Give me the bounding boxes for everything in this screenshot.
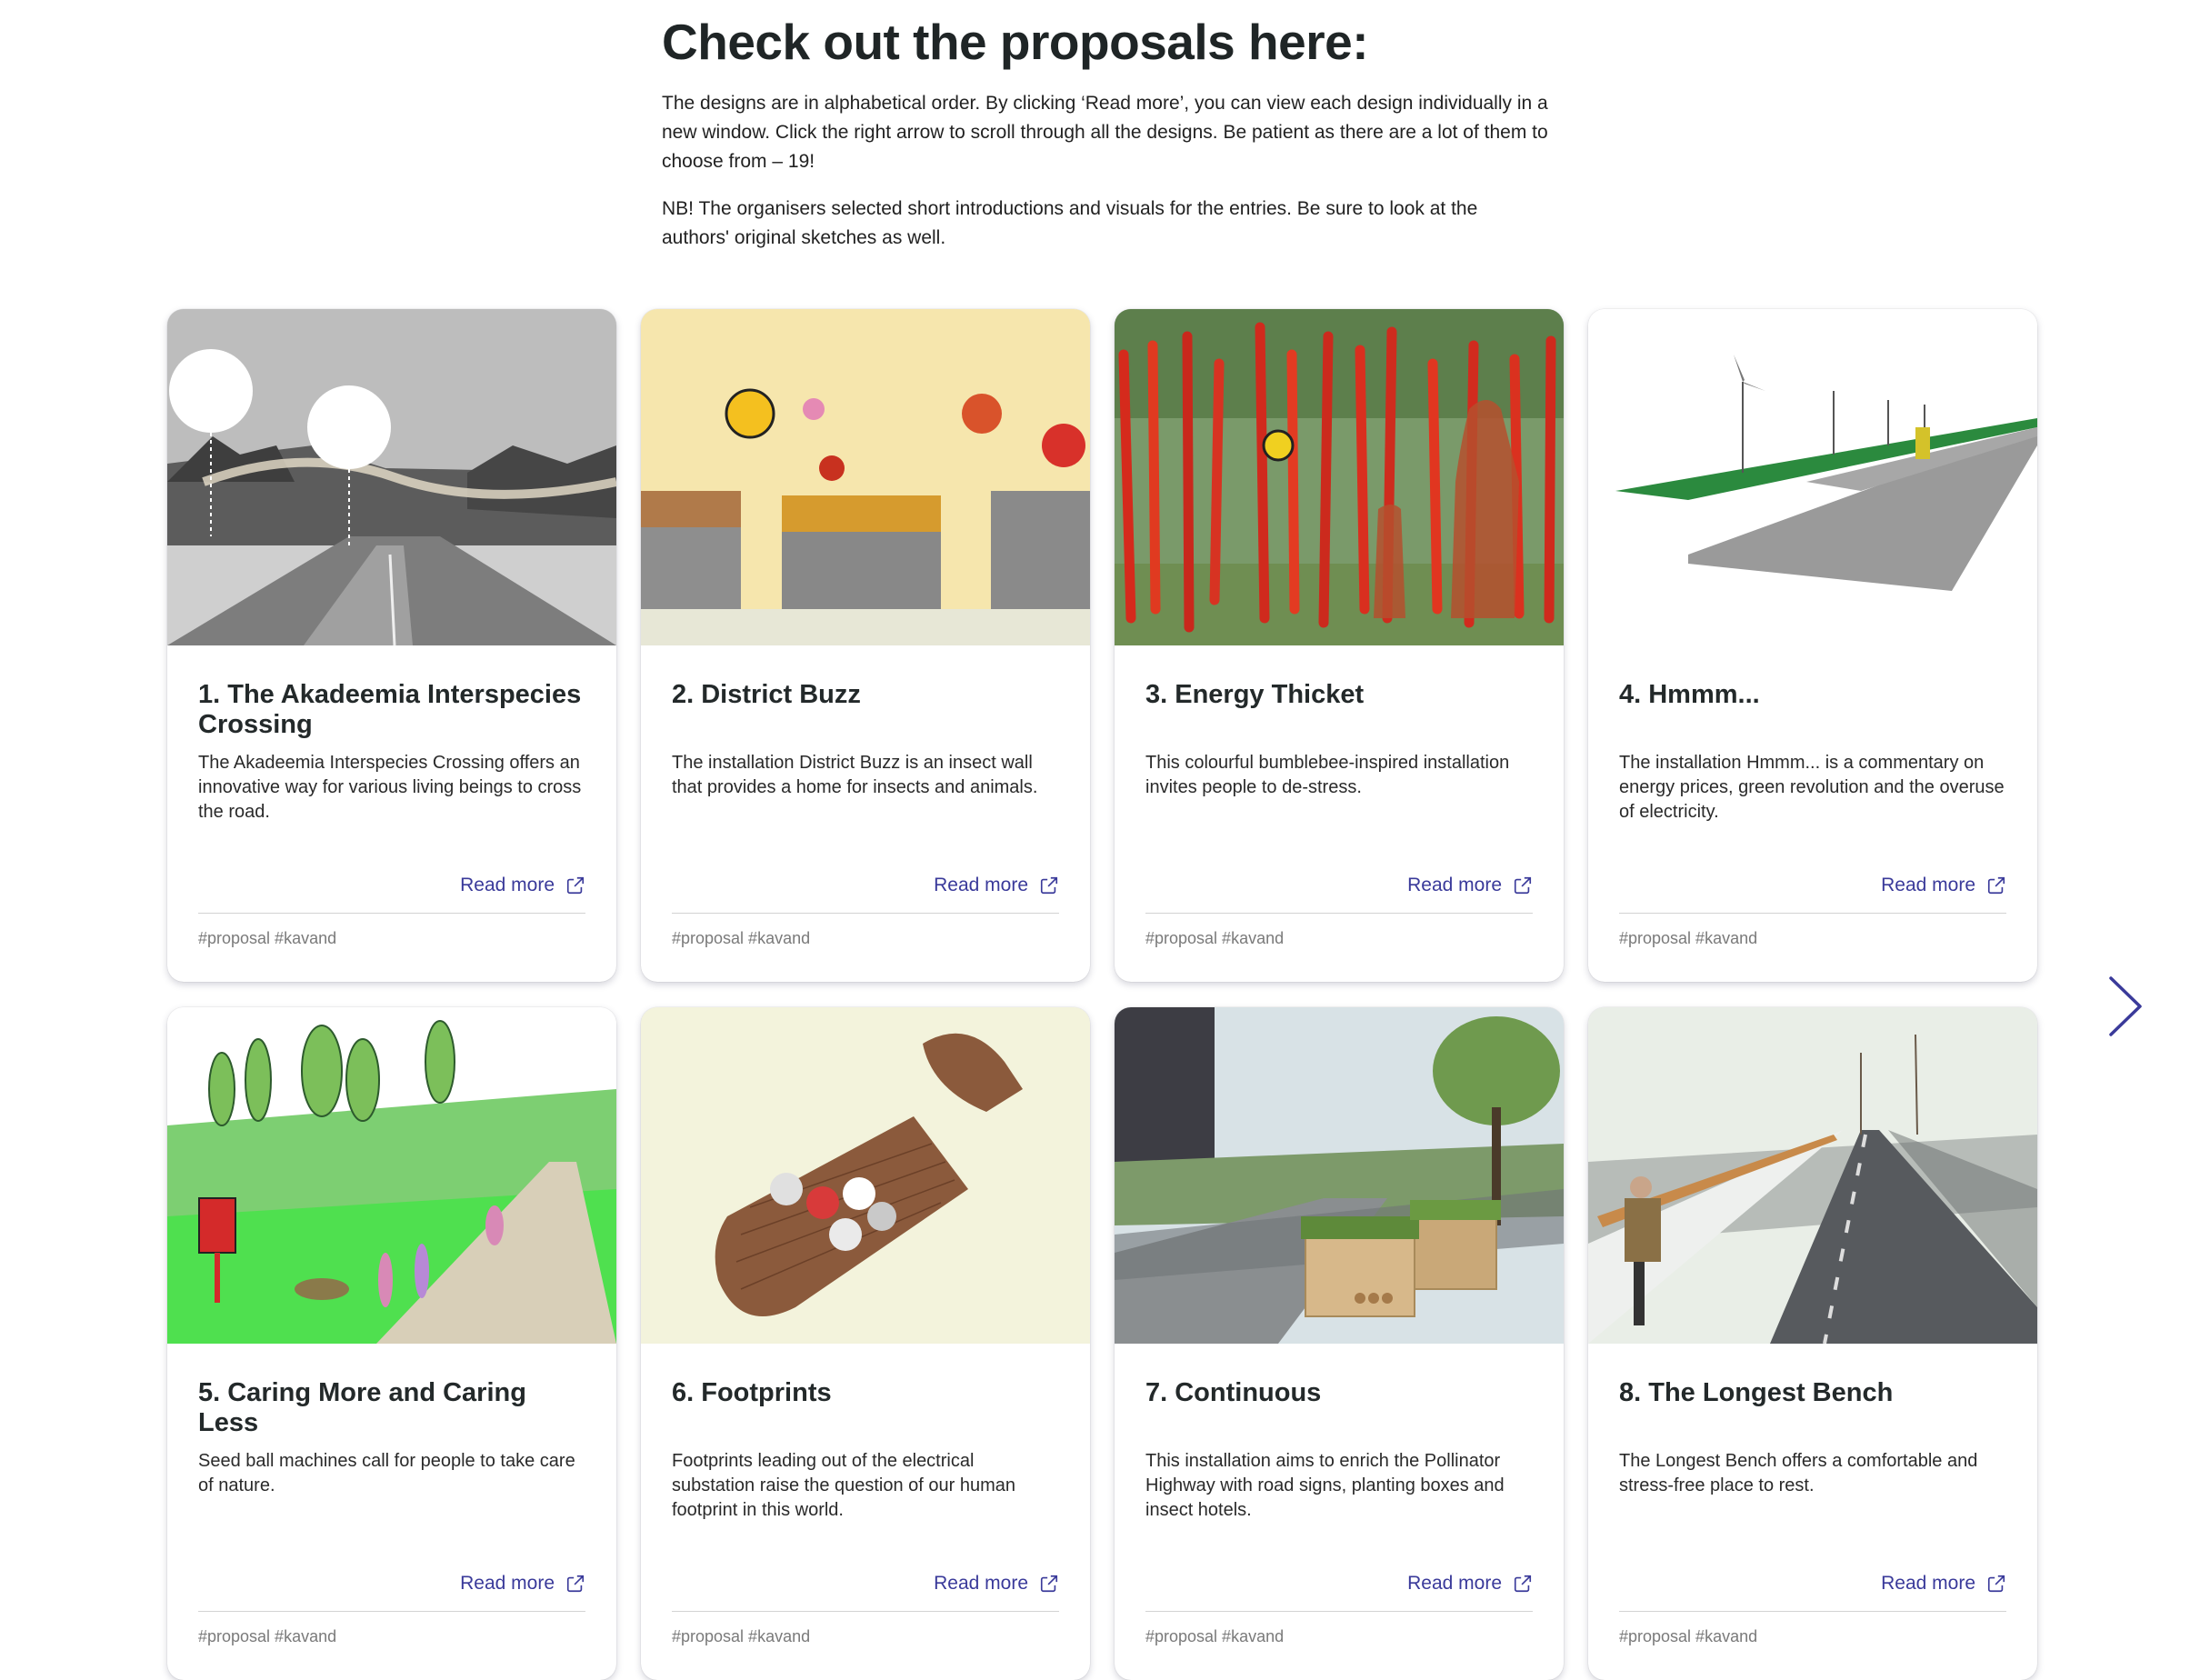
proposal-image-8[interactable] bbox=[1588, 1007, 2037, 1344]
proposal-card-2[interactable]: 2. District Buzz The installation Distri… bbox=[641, 309, 1090, 982]
proposal-tags: #proposal #kavand bbox=[198, 929, 337, 947]
proposal-card-5[interactable]: 5. Caring More and Caring Less Seed ball… bbox=[167, 1007, 616, 1680]
intro-note: NB! The organisers selected short introd… bbox=[662, 198, 1478, 248]
proposal-description: Footprints leading out of the electrical… bbox=[672, 1451, 1016, 1520]
read-more-label: Read more bbox=[1881, 1573, 1975, 1594]
proposal-body-5: 5. Caring More and Caring Less Seed ball… bbox=[167, 1344, 616, 1680]
proposal-carousel: 1. The Akadeemia Interspecies Crossing T… bbox=[167, 309, 2037, 1680]
proposal-card-7[interactable]: 7. Continuous This installation aims to … bbox=[1115, 1007, 1564, 1680]
page-title: Check out the proposals here: bbox=[662, 14, 1369, 70]
external-link-icon bbox=[566, 876, 585, 895]
read-more-link[interactable]: Read more bbox=[1881, 875, 2006, 896]
proposal-body-6: 6. Footprints Footprints leading out of … bbox=[641, 1344, 1090, 1680]
proposal-tags: #proposal #kavand bbox=[672, 929, 811, 947]
external-link-icon bbox=[1987, 1575, 2005, 1593]
external-link-icon bbox=[1987, 876, 2005, 895]
proposal-title: 5. Caring More and Caring Less bbox=[198, 1378, 526, 1437]
read-more-label: Read more bbox=[1407, 875, 1502, 895]
proposal-image-1[interactable] bbox=[167, 309, 616, 645]
proposal-body-7: 7. Continuous This installation aims to … bbox=[1115, 1344, 1564, 1680]
proposal-tags: #proposal #kavand bbox=[1619, 929, 1758, 947]
proposal-body-3: 3. Energy Thicket This colourful bumbleb… bbox=[1115, 645, 1564, 982]
card-divider bbox=[198, 1611, 585, 1612]
proposal-body-8: 8. The Longest Bench The Longest Bench o… bbox=[1588, 1344, 2037, 1680]
proposal-card-3[interactable]: 3. Energy Thicket This colourful bumbleb… bbox=[1115, 309, 1564, 982]
proposal-title: 4. Hmmm... bbox=[1619, 680, 1760, 709]
read-more-label: Read more bbox=[460, 1573, 555, 1594]
read-more-label: Read more bbox=[1407, 1573, 1502, 1594]
read-more-label: Read more bbox=[460, 875, 555, 895]
proposal-description: The installation Hmmm... is a commentary… bbox=[1619, 753, 2005, 822]
read-more-link[interactable]: Read more bbox=[1881, 1573, 2006, 1595]
proposal-image-5[interactable] bbox=[167, 1007, 616, 1344]
card-divider bbox=[1619, 1611, 2006, 1612]
card-divider bbox=[1145, 913, 1533, 914]
external-link-icon bbox=[1514, 876, 1532, 895]
proposal-card-6[interactable]: 6. Footprints Footprints leading out of … bbox=[641, 1007, 1090, 1680]
proposal-description: The Longest Bench offers a comfortable a… bbox=[1619, 1451, 1978, 1495]
proposal-tags: #proposal #kavand bbox=[1619, 1627, 1758, 1645]
intro-section: Check out the proposals here: The design… bbox=[662, 13, 1553, 253]
card-divider bbox=[672, 1611, 1059, 1612]
card-divider bbox=[672, 913, 1059, 914]
proposal-title: 2. District Buzz bbox=[672, 680, 861, 709]
read-more-link[interactable]: Read more bbox=[934, 875, 1059, 896]
carousel-next-button[interactable] bbox=[2105, 975, 2145, 1038]
read-more-link[interactable]: Read more bbox=[1407, 875, 1533, 896]
proposal-title: 1. The Akadeemia Interspecies Crossing bbox=[198, 680, 582, 739]
proposal-tags: #proposal #kavand bbox=[198, 1627, 337, 1645]
proposal-description: This colourful bumblebee-inspired instal… bbox=[1145, 753, 1510, 797]
proposal-image-3[interactable] bbox=[1115, 309, 1564, 645]
proposal-title: 7. Continuous bbox=[1145, 1378, 1322, 1407]
proposal-card-4[interactable]: 4. Hmmm... The installation Hmmm... is a… bbox=[1588, 309, 2037, 982]
proposal-card-1[interactable]: 1. The Akadeemia Interspecies Crossing T… bbox=[167, 309, 616, 982]
proposal-body-1: 1. The Akadeemia Interspecies Crossing T… bbox=[167, 645, 616, 982]
read-more-label: Read more bbox=[1881, 875, 1975, 895]
proposal-tags: #proposal #kavand bbox=[1145, 929, 1285, 947]
external-link-icon bbox=[566, 1575, 585, 1593]
card-divider bbox=[1619, 913, 2006, 914]
proposal-description: The Akadeemia Interspecies Crossing offe… bbox=[198, 753, 582, 822]
read-more-label: Read more bbox=[934, 1573, 1028, 1594]
card-divider bbox=[1145, 1611, 1533, 1612]
proposal-title: 8. The Longest Bench bbox=[1619, 1378, 1894, 1407]
read-more-link[interactable]: Read more bbox=[460, 875, 585, 896]
proposal-title: 6. Footprints bbox=[672, 1378, 832, 1407]
proposal-tags: #proposal #kavand bbox=[672, 1627, 811, 1645]
card-divider bbox=[198, 913, 585, 914]
read-more-link[interactable]: Read more bbox=[460, 1573, 585, 1595]
proposal-image-6[interactable] bbox=[641, 1007, 1090, 1344]
read-more-link[interactable]: Read more bbox=[1407, 1573, 1533, 1595]
proposal-image-2[interactable] bbox=[641, 309, 1090, 645]
proposal-image-4[interactable] bbox=[1588, 309, 2037, 645]
proposal-tags: #proposal #kavand bbox=[1145, 1627, 1285, 1645]
proposal-body-2: 2. District Buzz The installation Distri… bbox=[641, 645, 1090, 982]
proposal-description: This installation aims to enrich the Pol… bbox=[1145, 1451, 1505, 1520]
proposal-body-4: 4. Hmmm... The installation Hmmm... is a… bbox=[1588, 645, 2037, 982]
read-more-link[interactable]: Read more bbox=[934, 1573, 1059, 1595]
chevron-right-icon bbox=[2109, 976, 2142, 1036]
intro-paragraph: The designs are in alphabetical order. B… bbox=[662, 93, 1548, 172]
external-link-icon bbox=[1514, 1575, 1532, 1593]
proposal-image-7[interactable] bbox=[1115, 1007, 1564, 1344]
external-link-icon bbox=[1040, 1575, 1058, 1593]
proposal-title: 3. Energy Thicket bbox=[1145, 680, 1365, 709]
proposal-description: Seed ball machines call for people to ta… bbox=[198, 1451, 575, 1495]
read-more-label: Read more bbox=[934, 875, 1028, 895]
external-link-icon bbox=[1040, 876, 1058, 895]
proposal-card-8[interactable]: 8. The Longest Bench The Longest Bench o… bbox=[1588, 1007, 2037, 1680]
proposal-description: The installation District Buzz is an ins… bbox=[672, 753, 1038, 797]
